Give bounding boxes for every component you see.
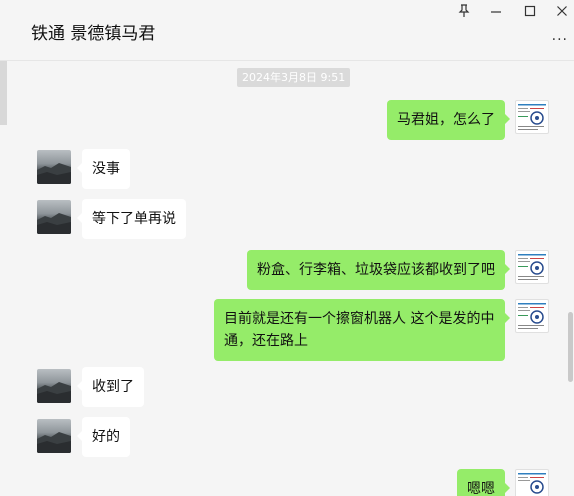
close-icon[interactable] (553, 4, 571, 20)
my-avatar[interactable] (515, 250, 549, 284)
message-timestamp: 2024年3月8日 9:51 (237, 68, 351, 87)
maximize-icon[interactable] (521, 4, 539, 20)
outgoing-message[interactable]: 目前就是还有一个擦窗机器人 这个是发的中 通，还在路上 (214, 299, 510, 361)
message-text-line: 目前就是还有一个擦窗机器人 这个是发的中 (224, 311, 495, 327)
incoming-message[interactable]: 好的 (77, 417, 130, 457)
pin-icon[interactable] (455, 4, 473, 20)
minimize-icon[interactable] (487, 4, 505, 20)
message-text: 嗯嗯 (467, 481, 495, 496)
outgoing-message[interactable]: 粉盒、行李箱、垃圾袋应该都收到了吧 (247, 250, 510, 290)
message-text: 等下了单再说 (92, 211, 176, 227)
message-text: 收到了 (92, 379, 134, 395)
friend-avatar[interactable] (37, 419, 71, 453)
incoming-message[interactable]: 等下了单再说 (77, 199, 186, 239)
chat-title: 铁通 景德镇马君 (31, 24, 156, 44)
my-avatar[interactable] (515, 469, 549, 496)
outgoing-message[interactable]: 马君姐，怎么了 (387, 100, 510, 140)
more-options-button[interactable]: ... (552, 28, 568, 44)
outgoing-message[interactable]: 嗯嗯 (457, 469, 510, 496)
chat-header: 铁通 景德镇马君 ... (0, 0, 574, 61)
my-avatar[interactable] (515, 100, 549, 134)
incoming-message[interactable]: 没事 (77, 149, 130, 189)
message-text: 粉盒、行李箱、垃圾袋应该都收到了吧 (257, 262, 495, 278)
friend-avatar[interactable] (37, 150, 71, 184)
friend-avatar[interactable] (37, 369, 71, 403)
scrollbar-thumb[interactable] (568, 312, 573, 382)
message-text: 好的 (92, 429, 120, 445)
left-panel-edge (0, 61, 7, 125)
incoming-message[interactable]: 收到了 (77, 367, 144, 407)
message-text: 马君姐，怎么了 (397, 112, 495, 128)
message-text: 没事 (92, 161, 120, 177)
my-avatar[interactable] (515, 299, 549, 333)
friend-avatar[interactable] (37, 200, 71, 234)
message-text-line: 通，还在路上 (224, 333, 308, 349)
